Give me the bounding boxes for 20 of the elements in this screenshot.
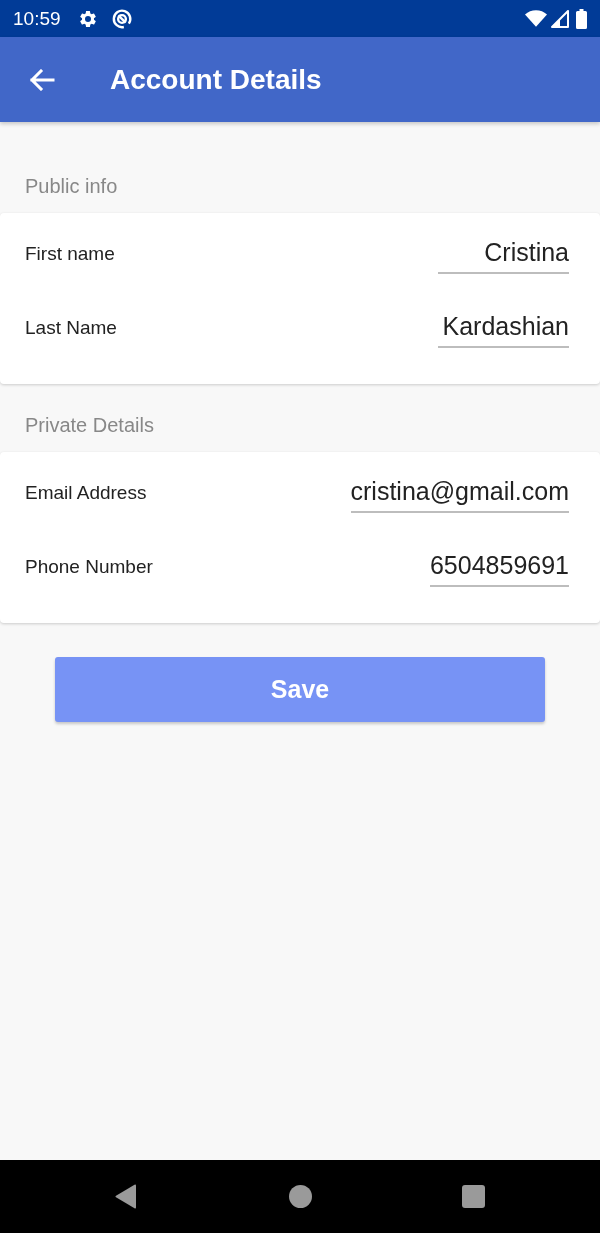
field-label: Phone Number [25,554,153,579]
field-label: First name [25,241,115,266]
text-field[interactable]: Kardashian [438,308,569,348]
section-header: Public info [24,174,119,198]
field-label: Email Address [25,480,147,505]
battery-icon [576,8,587,29]
wifi-icon [525,10,547,27]
text-field[interactable]: cristina@gmail.com [350,473,569,513]
screen-title: Account Details [110,65,322,94]
signal-icon [551,9,569,28]
text-field[interactable]: 6504859691 [429,547,569,587]
gear-icon [77,8,98,29]
text-field[interactable]: Cristina [438,234,569,274]
ring-icon [110,7,133,30]
home-circle-icon[interactable] [289,1185,312,1208]
back-triangle-icon[interactable] [115,1184,137,1209]
back-arrow-icon [29,68,55,91]
section-header: Private Details [24,413,155,437]
status-time: 10:59 [13,9,61,28]
field-label: Last Name [25,315,117,340]
